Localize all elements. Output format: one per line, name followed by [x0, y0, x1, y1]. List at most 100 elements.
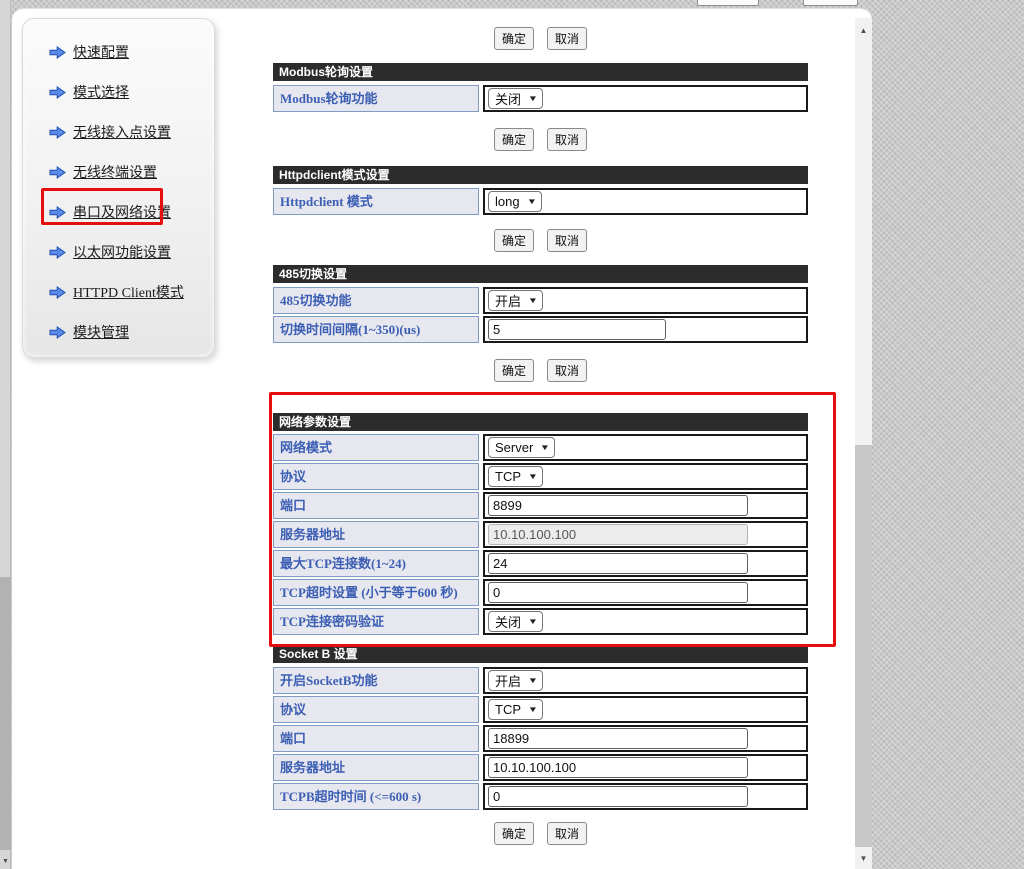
- scroll-down-icon[interactable]: ▼: [0, 857, 11, 867]
- row-value: 关闭▼: [483, 85, 808, 112]
- button-row: 确定 取消: [273, 822, 808, 845]
- sidebar-item-label[interactable]: HTTPD Client模式: [73, 282, 184, 302]
- row-value: [483, 725, 808, 752]
- arrow-right-icon: [49, 206, 66, 219]
- 485-switch-select[interactable]: 开启▼: [488, 290, 543, 311]
- max-tcp-connections-input[interactable]: [488, 553, 748, 574]
- row-value: long▼: [483, 188, 808, 215]
- left-frame-scrollbar[interactable]: ▼: [0, 0, 11, 869]
- sidebar-item-label[interactable]: 无线终端设置: [73, 162, 157, 182]
- row-value: TCP▼: [483, 463, 808, 490]
- network-mode-select[interactable]: Server▼: [488, 437, 555, 458]
- row-label: 服务器地址: [273, 754, 479, 781]
- row-value: [483, 316, 808, 343]
- cancel-button[interactable]: 取消: [547, 128, 587, 151]
- sidebar-item-label[interactable]: 串口及网络设置: [73, 202, 171, 222]
- arrow-right-icon: [49, 126, 66, 139]
- chevron-down-icon: ▼: [528, 296, 538, 305]
- socketb-port-input[interactable]: [488, 728, 748, 749]
- scroll-up-icon[interactable]: ▲: [855, 22, 872, 39]
- row-label: TCP连接密码验证: [273, 608, 479, 635]
- row-label: 协议: [273, 696, 479, 723]
- content-scrollbar-thumb[interactable]: [855, 445, 872, 847]
- arrow-right-icon: [49, 286, 66, 299]
- chevron-down-icon: ▼: [528, 94, 538, 103]
- section-header-socket-b: Socket B 设置: [273, 645, 808, 663]
- tcpb-timeout-input[interactable]: [488, 786, 748, 807]
- row-value: [483, 783, 808, 810]
- section-header-httpdclient: Httpdclient模式设置: [273, 166, 808, 184]
- sidebar-item-module-mgmt[interactable]: 模块管理: [49, 312, 214, 352]
- row-label: Httpdclient 模式: [273, 188, 479, 215]
- cancel-button[interactable]: 取消: [547, 27, 587, 50]
- row-label: 485切换功能: [273, 287, 479, 314]
- sidebar-item-quick-config[interactable]: 快速配置: [49, 32, 214, 72]
- cancel-button[interactable]: 取消: [547, 822, 587, 845]
- server-address-input-disabled: [488, 524, 748, 545]
- scroll-down-icon[interactable]: ▼: [855, 850, 872, 867]
- sidebar-item-serial-network[interactable]: 串口及网络设置: [49, 192, 214, 232]
- protocol-select[interactable]: TCP▼: [488, 466, 543, 487]
- row-label: 端口: [273, 492, 479, 519]
- port-input[interactable]: [488, 495, 748, 516]
- row-value: [483, 754, 808, 781]
- sidebar-menu: 快速配置 模式选择 无线接入点设置 无线终端设置 串口及网络设置 以太网功能设置…: [22, 18, 215, 358]
- arrow-right-icon: [49, 166, 66, 179]
- row-label: TCP超时设置 (小于等于600 秒): [273, 579, 479, 606]
- row-value: 开启▼: [483, 667, 808, 694]
- section-header-modbus: Modbus轮询设置: [273, 63, 808, 81]
- tcp-password-auth-select[interactable]: 关闭▼: [488, 611, 543, 632]
- row-label: 协议: [273, 463, 479, 490]
- socketb-protocol-select[interactable]: TCP▼: [488, 699, 543, 720]
- sidebar-item-mode-select[interactable]: 模式选择: [49, 72, 214, 112]
- sidebar-item-label[interactable]: 快速配置: [73, 42, 129, 62]
- cancel-button[interactable]: 取消: [547, 229, 587, 252]
- sidebar-item-label[interactable]: 模式选择: [73, 82, 129, 102]
- modbus-poll-select[interactable]: 关闭▼: [488, 88, 543, 109]
- ok-button[interactable]: 确定: [494, 822, 534, 845]
- button-row: 确定 取消: [273, 229, 808, 252]
- button-row: 确定 取消: [273, 128, 808, 151]
- row-value: [483, 492, 808, 519]
- arrow-right-icon: [49, 326, 66, 339]
- httpdclient-mode-select[interactable]: long▼: [488, 191, 542, 212]
- chevron-down-icon: ▼: [528, 617, 538, 626]
- cutoff-cancel-button[interactable]: [803, 0, 858, 6]
- row-label: Modbus轮询功能: [273, 85, 479, 112]
- chevron-down-icon: ▼: [528, 705, 538, 714]
- row-value: [483, 521, 808, 548]
- sidebar-item-ethernet[interactable]: 以太网功能设置: [49, 232, 214, 272]
- row-label: 最大TCP连接数(1~24): [273, 550, 479, 577]
- sidebar-item-wireless-sta[interactable]: 无线终端设置: [49, 152, 214, 192]
- row-value: 开启▼: [483, 287, 808, 314]
- section-header-network-params: 网络参数设置: [273, 413, 808, 431]
- content-scrollbar[interactable]: ▲ ▼: [855, 18, 872, 869]
- row-label: 开启SocketB功能: [273, 667, 479, 694]
- sidebar-item-label[interactable]: 无线接入点设置: [73, 122, 171, 142]
- sidebar-item-label[interactable]: 模块管理: [73, 322, 129, 342]
- arrow-right-icon: [49, 246, 66, 259]
- cutoff-ok-button[interactable]: [697, 0, 759, 6]
- row-value: [483, 550, 808, 577]
- ok-button[interactable]: 确定: [494, 128, 534, 151]
- sidebar-item-httpd-client[interactable]: HTTPD Client模式: [49, 272, 214, 312]
- socketb-server-address-input[interactable]: [488, 757, 748, 778]
- sidebar-item-wireless-ap[interactable]: 无线接入点设置: [49, 112, 214, 152]
- ok-button[interactable]: 确定: [494, 27, 534, 50]
- row-label: 服务器地址: [273, 521, 479, 548]
- sidebar-item-label[interactable]: 以太网功能设置: [73, 242, 171, 262]
- socketb-enable-select[interactable]: 开启▼: [488, 670, 543, 691]
- chevron-down-icon: ▼: [526, 197, 536, 206]
- row-label: 切换时间间隔(1~350)(us): [273, 316, 479, 343]
- ok-button[interactable]: 确定: [494, 229, 534, 252]
- left-scrollbar-thumb[interactable]: [0, 577, 11, 850]
- ok-button[interactable]: 确定: [494, 359, 534, 382]
- section-header-485: 485切换设置: [273, 265, 808, 283]
- page-background: ▼ 快速配置 模式选择 无线接入点设置 无线终端设置 串口及网络设置 以太网功能: [0, 0, 1024, 869]
- cancel-button[interactable]: 取消: [547, 359, 587, 382]
- switch-interval-input[interactable]: [488, 319, 666, 340]
- chevron-down-icon: ▼: [528, 472, 538, 481]
- tcp-timeout-input[interactable]: [488, 582, 748, 603]
- arrow-right-icon: [49, 86, 66, 99]
- row-label: 网络模式: [273, 434, 479, 461]
